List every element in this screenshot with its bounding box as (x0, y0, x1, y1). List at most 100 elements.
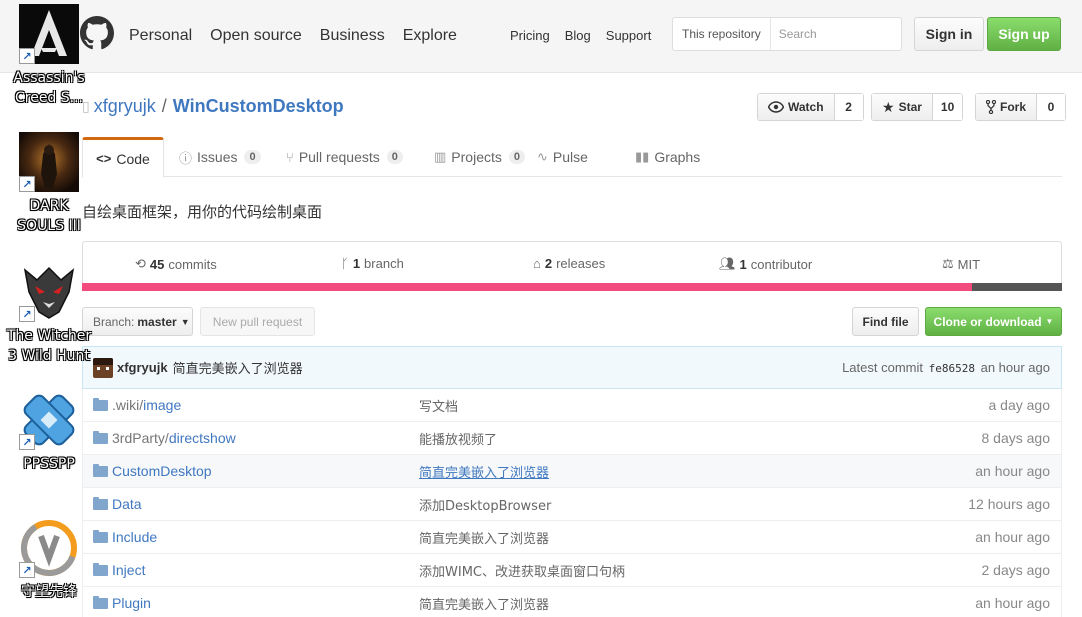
commits-label: commits (168, 256, 217, 272)
nav-explore[interactable]: Explore (403, 27, 457, 45)
language-bar[interactable] (82, 283, 1062, 291)
pull-request-icon: ⑂ (286, 149, 294, 165)
file-name-link[interactable]: .wiki/image (112, 397, 181, 413)
language-bar-other (972, 283, 1062, 291)
pull-requests-count-badge: 0 (386, 150, 403, 164)
branch-label: branch (364, 256, 404, 271)
language-bar-cpp (82, 283, 972, 291)
fork-icon (986, 100, 996, 114)
new-pull-request-button[interactable]: New pull request (200, 307, 315, 336)
file-name-link[interactable]: Include (112, 529, 157, 545)
fork-label: Fork (1000, 100, 1027, 114)
fork-button-group: Fork 0 (975, 93, 1067, 121)
tab-pull-requests-label: Pull requests (298, 149, 380, 165)
repo-name-link[interactable]: WinCustomDesktop (173, 96, 344, 117)
folder-icon (93, 497, 108, 510)
star-button-group: ★ Star 10 (871, 93, 964, 121)
releases-count: 2 (544, 256, 553, 271)
branch-prefix: Branch: (93, 314, 135, 329)
commit-age: an hour ago (980, 360, 1050, 375)
clone-label: Clone or download (933, 314, 1042, 329)
tab-graphs[interactable]: ▮▮ Graphs (635, 137, 700, 177)
tab-issues[interactable]: ⓘ Issues 0 (179, 137, 261, 177)
commits-link[interactable]: ⟲ 45 commits (135, 256, 217, 272)
star-label: Star (898, 100, 922, 114)
commit-author[interactable]: xfgryujk (117, 360, 168, 375)
watch-count[interactable]: 2 (834, 94, 863, 120)
branches-link[interactable]: ᚴ 1 branch (341, 256, 404, 271)
search-box: This repository (672, 17, 902, 51)
nav-pricing[interactable]: Pricing (510, 28, 550, 43)
file-name-link[interactable]: Inject (112, 562, 145, 578)
search-input[interactable] (770, 27, 891, 41)
history-icon: ⟲ (135, 256, 146, 271)
commit-sha[interactable]: fe86528 (929, 362, 975, 375)
watch-button-group: Watch 2 (757, 93, 864, 121)
file-name-link[interactable]: 3rdParty/directshow (112, 430, 236, 446)
file-commit-message[interactable]: 添加DesktopBrowser (419, 495, 551, 514)
file-commit-message[interactable]: 简直完美嵌入了浏览器 (419, 528, 549, 547)
fork-button[interactable]: Fork (976, 94, 1038, 120)
nav-open-source[interactable]: Open source (210, 27, 302, 45)
projects-count-badge: 0 (508, 150, 525, 164)
watch-label: Watch (788, 100, 824, 114)
nav-business[interactable]: Business (320, 27, 385, 45)
find-file-button[interactable]: Find file (852, 307, 919, 336)
commit-meta: Latest commit fe86528 an hour ago (842, 360, 1050, 375)
tag-icon: ⌂ (533, 256, 541, 271)
repo-tabs: <> Code ⓘ Issues 0 ⑂ Pull requests 0 ▥ P… (82, 137, 1062, 178)
table-row: CustomDesktop 简直完美嵌入了浏览器 an hour ago (82, 455, 1062, 488)
caret-down-icon: ▼ (180, 316, 190, 327)
file-commit-message[interactable]: 写文档 (419, 396, 458, 415)
tab-projects[interactable]: ▥ Projects 0 (434, 137, 525, 177)
contributor-label: contributor (750, 256, 813, 272)
nav-personal[interactable]: Personal (129, 27, 192, 45)
file-name-link[interactable]: Plugin (112, 595, 151, 611)
shortcut-arrow-icon: ↗ (19, 176, 35, 192)
fork-count[interactable]: 0 (1037, 94, 1066, 120)
code-icon: <> (96, 151, 112, 166)
project-icon: ▥ (434, 149, 447, 164)
nav-blog[interactable]: Blog (565, 28, 591, 43)
file-commit-message[interactable]: 简直完美嵌入了浏览器 (419, 594, 549, 613)
nav-support[interactable]: Support (606, 28, 652, 43)
watch-button[interactable]: Watch (758, 94, 835, 120)
commit-message[interactable]: 简直完美嵌入了浏览器 (173, 358, 303, 377)
repo-owner-link[interactable]: xfgryujk (94, 96, 156, 117)
tab-code[interactable]: <> Code (82, 137, 164, 178)
star-icon: ★ (882, 98, 895, 115)
file-name-link[interactable]: Data (112, 496, 142, 512)
star-button[interactable]: ★ Star (872, 94, 933, 120)
github-logo-icon[interactable] (80, 16, 114, 50)
clone-download-button[interactable]: Clone or download ▼ (925, 307, 1062, 336)
releases-label: releases (556, 256, 606, 271)
tab-code-label: Code (116, 150, 150, 167)
desktop-label: Assassin's Creed S... (13, 70, 85, 106)
table-row: Inject 添加WIMC、改进获取桌面窗口句柄 2 days ago (82, 554, 1062, 587)
branch-select-button[interactable]: Branch: master ▼ (82, 307, 193, 336)
file-age: an hour ago (975, 463, 1050, 479)
star-count[interactable]: 10 (932, 94, 963, 120)
sign-in-button[interactable]: Sign in (914, 17, 984, 51)
shortcut-arrow-icon: ↗ (19, 306, 35, 322)
file-name-link[interactable]: CustomDesktop (112, 463, 212, 479)
releases-link[interactable]: ⌂ 2 releases (533, 256, 605, 271)
desktop-label: DARK SOULS III (17, 198, 81, 234)
contributors-link[interactable]: 👥︎ 1 contributor (719, 256, 812, 272)
file-commit-message[interactable]: 添加WIMC、改进获取桌面窗口句柄 (419, 561, 625, 580)
eye-icon (768, 101, 784, 113)
shortcut-arrow-icon: ↗ (19, 562, 35, 578)
pulse-icon: ∿ (537, 149, 548, 164)
file-age: 2 days ago (981, 562, 1051, 578)
tab-pulse[interactable]: ∿ Pulse (537, 137, 588, 177)
law-icon: ⚖ (942, 256, 954, 271)
file-commit-message[interactable]: 简直完美嵌入了浏览器 (419, 462, 549, 481)
sign-up-button[interactable]: Sign up (987, 17, 1061, 51)
file-commit-message[interactable]: 能播放视频了 (419, 429, 497, 448)
table-row: Plugin 简直完美嵌入了浏览器 an hour ago (82, 587, 1062, 617)
repo-title: ▯ xfgryujk / WinCustomDesktop (82, 96, 344, 117)
graph-icon: ▮▮ (635, 149, 650, 164)
license-link[interactable]: ⚖ MIT (942, 256, 980, 272)
main-nav: Personal Open source Business Explore (129, 27, 475, 45)
tab-pull-requests[interactable]: ⑂ Pull requests 0 (286, 137, 403, 177)
